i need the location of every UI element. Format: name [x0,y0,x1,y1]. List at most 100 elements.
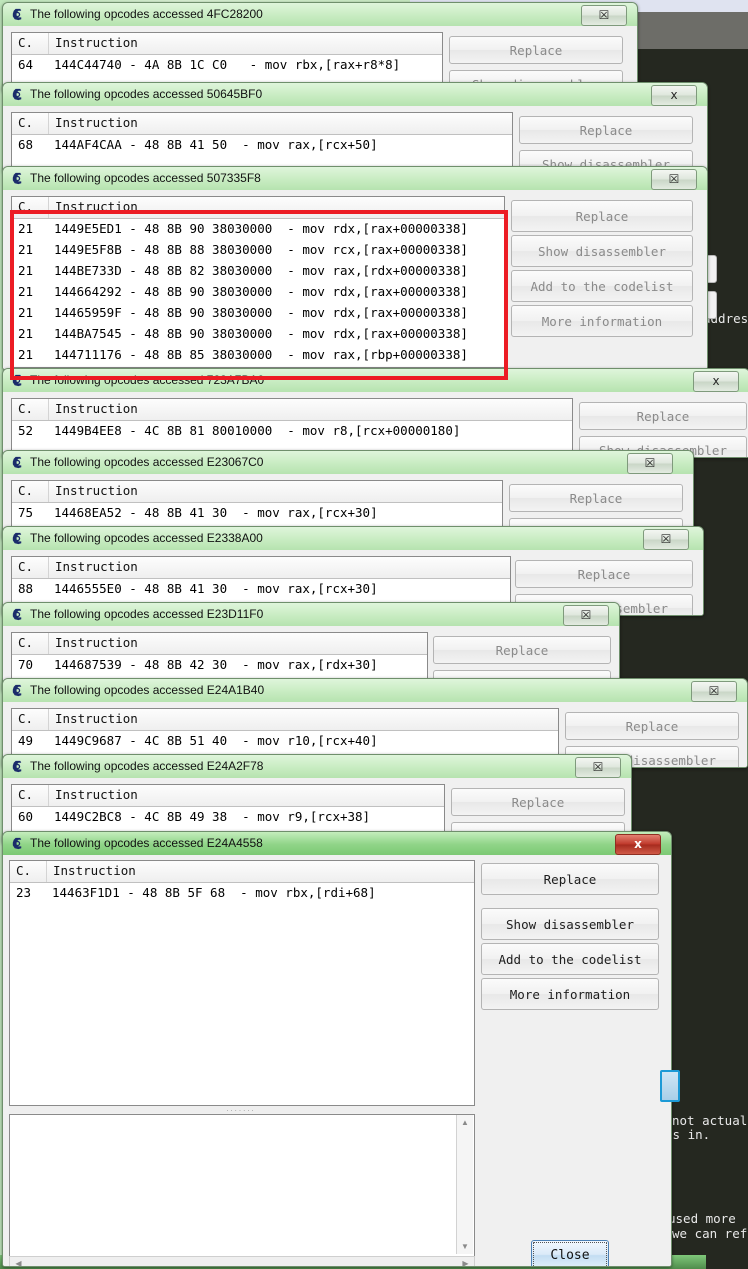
row-count: 70 [18,657,34,672]
window-body: C. Instruction 23 14463F1D1 - 48 8B 5F 6… [3,855,671,1266]
close-icon[interactable]: ☒ [643,529,689,550]
table-row[interactable]: 52 1449B4EE8 - 4C 8B 81 80010000 - mov r… [12,421,572,442]
more-information-button[interactable]: More information [511,305,693,337]
row-count: 75 [18,505,34,520]
close-icon[interactable]: ☒ [651,169,697,190]
instruction-list[interactable]: C. Instruction 23 14463F1D1 - 48 8B 5F 6… [9,860,475,1106]
row-instruction: 144BA7545 - 48 8B 90 38030000 - mov rdx,… [54,326,468,341]
table-row[interactable]: 21 1449E5ED1 - 48 8B 90 38030000 - mov rd… [12,219,504,240]
table-row[interactable]: 88 1446555E0 - 48 8B 41 30 - mov rax,[rc… [12,579,510,600]
opcode-window-723A7BA0[interactable]: The following opcodes accessed 723A7BA0 … [2,368,748,458]
scroll-right-icon[interactable]: ▶ [458,1257,473,1266]
splitter-handle[interactable]: ....... [9,1106,473,1113]
console-line-4: we can refe [672,1226,748,1241]
info-memo[interactable] [9,1114,475,1257]
opcode-window-507335F8[interactable]: The following opcodes accessed 507335F8 … [2,166,708,370]
close-icon[interactable]: ☒ [563,605,609,626]
opcode-window-4FC28200[interactable]: The following opcodes accessed 4FC28200 … [2,2,638,92]
close-icon[interactable]: ☒ [575,757,621,778]
instruction-list[interactable]: C. Instruction 21 1449E5ED1 - 48 8B 90 38… [11,196,505,368]
table-row[interactable]: 21 1449E5F8B - 48 8B 88 38030000 - mov rc… [12,240,504,261]
instruction-list[interactable]: C. Instruction 68 144AF4CAA - 48 8B 41 5… [11,112,513,170]
add-to-codelist-button[interactable]: Add to the codelist [481,943,659,975]
table-row[interactable]: 21 144664292 - 48 8B 90 38030000 - mov rd… [12,282,504,303]
show-disassembler-button[interactable]: Show disassembler [481,908,659,940]
close-icon[interactable]: ☒ [581,5,627,26]
replace-button[interactable]: Replace [515,560,693,588]
add-to-codelist-button[interactable]: Add to the codelist [511,270,693,302]
window-title: The following opcodes accessed E23067C0 [30,455,264,469]
row-count: 52 [18,423,34,438]
titlebar[interactable]: The following opcodes accessed 507335F8 … [3,167,707,191]
instruction-list[interactable]: C. Instruction 52 1449B4EE8 - 4C 8B 81 8… [11,398,573,456]
console-line-3: used more [668,1211,736,1226]
close-icon[interactable]: x [615,834,661,855]
table-row[interactable]: 49 1449C9687 - 4C 8B 51 40 - mov r10,[rc… [12,731,558,752]
scroll-left-icon[interactable]: ◀ [11,1257,26,1266]
close-button[interactable]: Close [531,1240,609,1266]
memo-vertical-scrollbar[interactable]: ▲ ▼ [456,1115,473,1254]
titlebar[interactable]: The following opcodes accessed E24A1B40 … [3,679,747,703]
titlebar[interactable]: The following opcodes accessed 723A7BA0 … [3,369,748,393]
replace-button[interactable]: Replace [449,36,623,64]
table-row[interactable]: 21 144711176 - 48 8B 85 38030000 - mov ra… [12,345,504,366]
more-information-button[interactable]: More information [481,978,659,1010]
titlebar[interactable]: The following opcodes accessed E24A4558 … [3,832,671,856]
column-header-instruction: Instruction [55,787,138,802]
table-row[interactable]: 64 144C44740 - 4A 8B 1C C0 - mov rbx,[ra… [12,55,442,76]
titlebar[interactable]: The following opcodes accessed E23067C0 … [3,451,693,475]
close-icon[interactable]: ☒ [691,681,737,702]
titlebar[interactable]: The following opcodes accessed E24A2F78 … [3,755,631,779]
column-header-count: C. [12,557,49,578]
close-icon[interactable]: x [693,371,739,392]
table-row[interactable]: 21 144BA7545 - 48 8B 90 38030000 - mov rd… [12,324,504,345]
replace-button[interactable]: Replace [451,788,625,816]
titlebar[interactable]: The following opcodes accessed E23D11F0 … [3,603,619,627]
titlebar[interactable]: The following opcodes accessed 4FC28200 … [3,3,637,27]
column-header-instruction: Instruction [55,483,138,498]
row-instruction: 144BE733D - 48 8B 82 38030000 - mov rax,… [54,263,468,278]
cheat-engine-icon [10,373,25,388]
table-row[interactable]: 23 14463F1D1 - 48 8B 5F 68 - mov rbx,[rd… [10,883,474,904]
titlebar[interactable]: The following opcodes accessed E2338A00 … [3,527,703,551]
splitter-dots: ....... [226,1105,256,1113]
table-row[interactable]: 21 14465959F - 48 8B 90 38030000 - mov rd… [12,303,504,324]
scroll-down-icon[interactable]: ▼ [457,1239,473,1254]
list-header: C. Instruction [12,33,442,55]
cheat-engine-icon [10,836,25,851]
replace-button[interactable]: Replace [579,402,747,430]
table-row[interactable]: 21 144BE733D - 48 8B 82 38030000 - mov ra… [12,261,504,282]
cheat-engine-icon [10,759,25,774]
table-row[interactable]: 70 144687539 - 48 8B 42 30 - mov rax,[rd… [12,655,427,676]
close-icon[interactable]: x [651,85,697,106]
replace-button[interactable]: Replace [481,863,659,895]
table-row[interactable]: 60 1449C2BC8 - 4C 8B 49 38 - mov r9,[rcx… [12,807,444,828]
replace-button[interactable]: Replace [433,636,611,664]
column-header-count: C. [12,33,49,54]
opcode-window-E24A4558[interactable]: The following opcodes accessed E24A4558 … [2,831,672,1267]
scroll-up-icon[interactable]: ▲ [457,1115,473,1130]
row-count: 68 [18,137,34,152]
show-disassembler-button[interactable]: Show disassembler [511,235,693,267]
titlebar[interactable]: The following opcodes accessed 50645BF0 … [3,83,707,107]
cheat-engine-icon [10,607,25,622]
row-instruction: 1449E5F8B - 48 8B 88 38030000 - mov rcx,… [54,242,468,257]
background-blue-chip [660,1070,680,1102]
row-count: 21 [18,347,34,362]
replace-button[interactable]: Replace [519,116,693,144]
window-title: The following opcodes accessed 723A7BA0 [30,373,265,387]
replace-button[interactable]: Replace [511,200,693,232]
column-header-count: C. [12,709,49,730]
close-icon[interactable]: ☒ [627,453,673,474]
column-header-instruction: Instruction [55,635,138,650]
table-row[interactable]: 68 144AF4CAA - 48 8B 41 50 - mov rax,[rc… [12,135,512,156]
row-count: 21 [18,326,34,341]
row-count: 21 [18,284,34,299]
replace-button[interactable]: Replace [509,484,683,512]
row-instruction: 14468EA52 - 48 8B 41 30 - mov rax,[rcx+3… [54,505,378,520]
memo-horizontal-scrollbar[interactable]: ◀ ▶ [9,1256,475,1266]
table-row[interactable]: 75 14468EA52 - 48 8B 41 30 - mov rax,[rc… [12,503,502,524]
cheat-engine-icon [10,531,25,546]
opcode-window-50645BF0[interactable]: The following opcodes accessed 50645BF0 … [2,82,708,172]
replace-button[interactable]: Replace [565,712,739,740]
